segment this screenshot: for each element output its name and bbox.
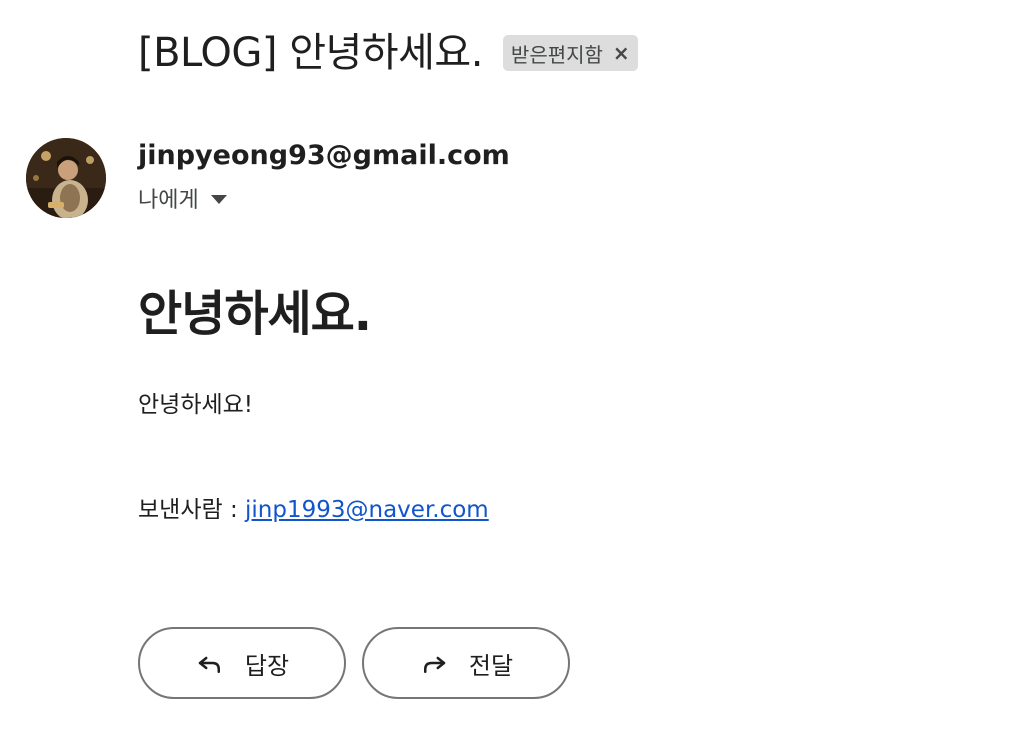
inbox-label-chip[interactable]: 받은편지함 × [502, 35, 638, 71]
reply-label: 답장 [244, 651, 290, 680]
avatar-photo [26, 138, 106, 218]
forward-button[interactable]: 전달 [362, 627, 570, 699]
chevron-down-icon[interactable] [210, 194, 227, 204]
from-line: 보낸사람 : jinp1993@naver.com [138, 490, 489, 524]
label-text: 받은편지함 [510, 42, 603, 67]
recipient-label: 나에게 [138, 188, 199, 213]
close-icon[interactable]: × [613, 41, 630, 65]
subject-row: [BLOG] 안녕하세요. 받은편지함 × [138, 26, 638, 80]
email-subject: [BLOG] 안녕하세요. [138, 30, 483, 76]
recipient-details-toggle[interactable]: 나에게 [138, 182, 227, 214]
from-prefix: 보낸사람 : [138, 497, 246, 523]
reply-button[interactable]: 답장 [138, 627, 346, 699]
body-heading: 안녕하세요. [138, 286, 372, 342]
forward-label: 전달 [468, 651, 514, 680]
reply-arrow-icon [198, 656, 220, 673]
avatar[interactable] [26, 138, 106, 218]
sender-email: jinpyeong93@gmail.com [138, 140, 510, 171]
from-email-link[interactable]: jinp1993@naver.com [245, 497, 489, 523]
body-text: 안녕하세요! [138, 392, 254, 418]
forward-arrow-icon [423, 656, 446, 673]
